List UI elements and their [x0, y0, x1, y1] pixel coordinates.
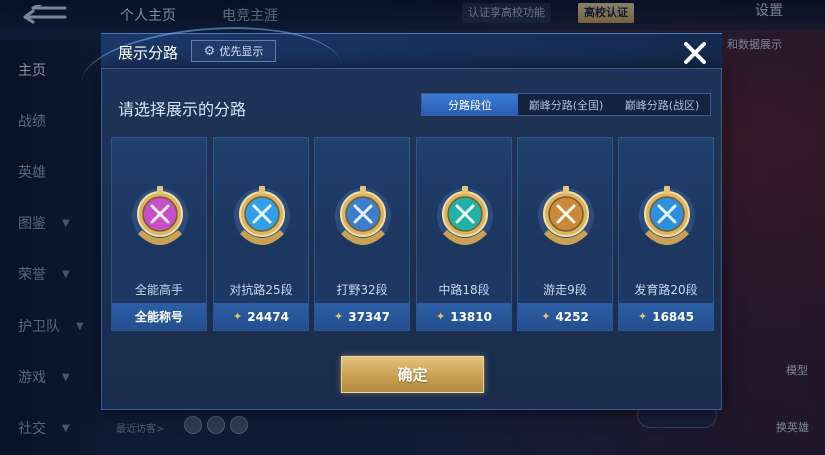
star-icon: ✦	[334, 310, 344, 323]
lane-score: 37347	[348, 309, 390, 324]
modal-title: 展示分路	[118, 44, 179, 62]
priority-display-label: 优先显示	[219, 45, 264, 58]
lane-rank-label: 游走9段	[543, 283, 587, 297]
lane-card[interactable]: 打野32段 ✦ 37347	[314, 137, 410, 331]
lane-card[interactable]: 中路18段 ✦ 13810	[416, 137, 512, 331]
star-icon: ✦	[233, 310, 243, 323]
roam-emblem-icon	[538, 186, 594, 245]
close-button[interactable]	[679, 37, 711, 69]
modal-subtitle: 请选择展示的分路	[118, 100, 247, 119]
star-icon: ✦	[638, 310, 648, 323]
lane-score-bar: ✦ 16845	[619, 303, 713, 330]
confirm-button[interactable]: 确定	[341, 356, 484, 393]
tab-peak-national[interactable]: 巅峰分路(全国)	[518, 94, 614, 115]
lane-rank-label: 中路18段	[438, 283, 490, 297]
lane-type-tabs: 分路段位 巅峰分路(全国) 巅峰分路(战区)	[421, 93, 711, 116]
lane-score: 13810	[450, 309, 492, 324]
lane-rank-label: 对抗路25段	[229, 283, 293, 297]
lane-score-bar: 全能称号	[112, 303, 206, 330]
lane-score-bar: ✦ 37347	[315, 303, 409, 330]
lane-card[interactable]: 游走9段 ✦ 4252	[517, 137, 613, 331]
lane-score: 4252	[555, 309, 589, 324]
lane-score-bar: ✦ 4252	[518, 303, 612, 330]
lane-card[interactable]: 全能高手 全能称号	[111, 137, 207, 331]
lane-score: 16845	[652, 309, 694, 324]
lane-rank-label: 发育路20段	[634, 283, 698, 297]
gear-icon: ⚙	[203, 43, 216, 59]
lane-rank-label: 打野32段	[336, 283, 388, 297]
star-icon: ✦	[541, 310, 551, 323]
lane-card[interactable]: 对抗路25段 ✦ 24474	[213, 137, 309, 331]
tab-lane-rank[interactable]: 分路段位	[422, 94, 518, 115]
mid-lane-emblem-icon	[437, 186, 493, 245]
farm-lane-emblem-icon	[639, 186, 695, 245]
lane-score-bar: ✦ 24474	[214, 303, 308, 330]
star-icon: ✦	[436, 310, 446, 323]
clash-lane-emblem-icon	[234, 186, 290, 245]
lane-score: 全能称号	[134, 310, 183, 324]
lane-rank-label: 全能高手	[134, 283, 183, 297]
lane-score: 24474	[247, 309, 289, 324]
all-rounder-emblem-icon	[132, 186, 188, 245]
lane-card[interactable]: 发育路20段 ✦ 16845	[618, 137, 714, 331]
tab-peak-region[interactable]: 巅峰分路(战区)	[614, 94, 710, 115]
jungle-emblem-icon	[335, 186, 391, 245]
priority-display-button[interactable]: ⚙ 优先显示	[191, 40, 276, 62]
lane-score-bar: ✦ 13810	[417, 303, 511, 330]
close-icon	[684, 42, 706, 64]
